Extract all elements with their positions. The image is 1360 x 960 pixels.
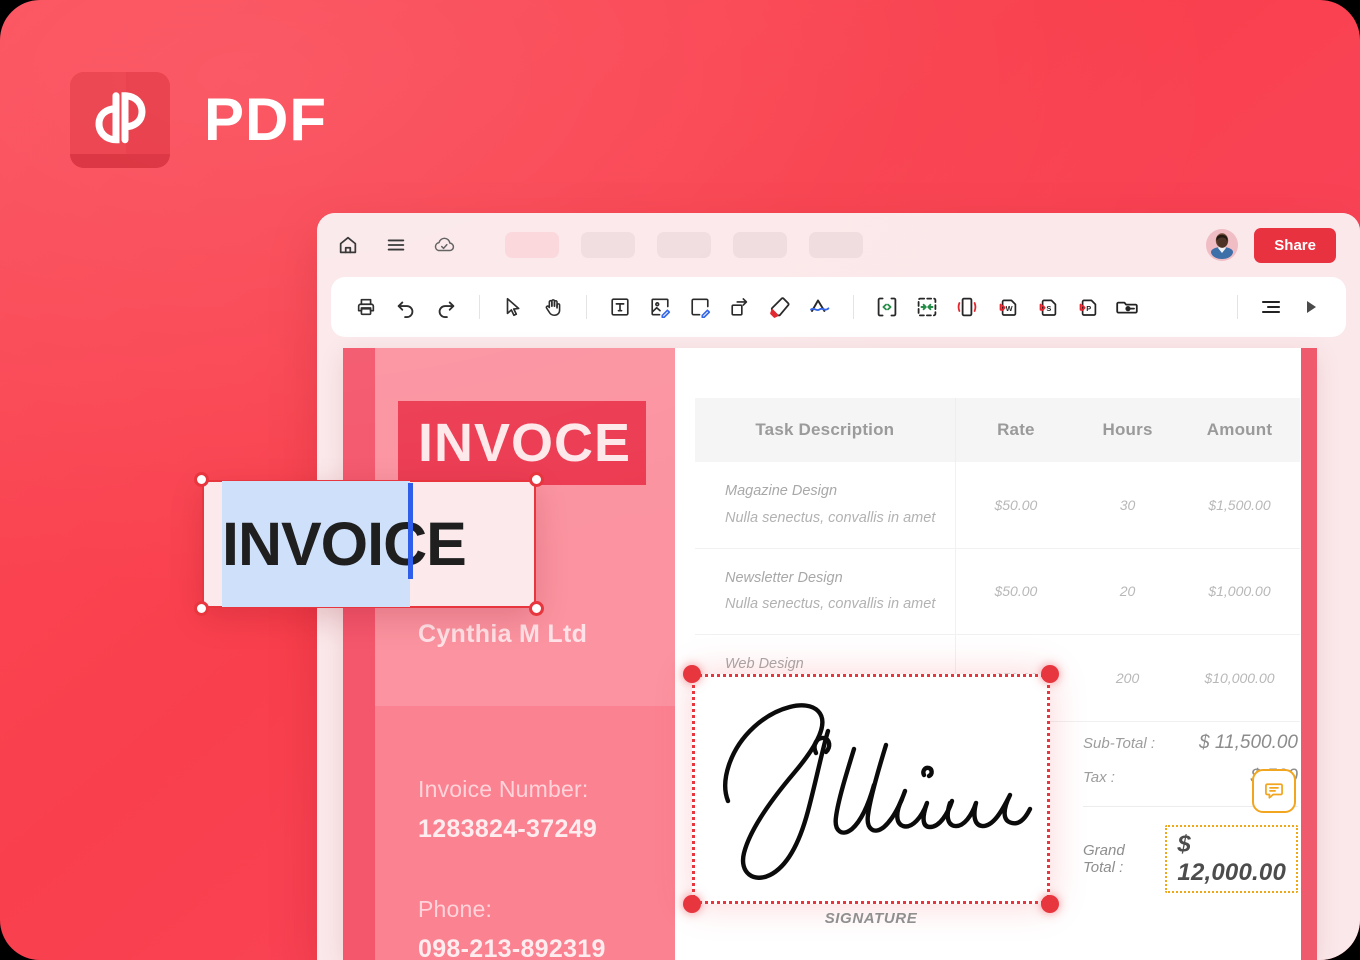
comment-bubble-icon[interactable] [1252,769,1296,813]
signature-caption: SIGNATURE [824,910,918,927]
sub-total-row: Sub-Total : $ 11,500.00 [1083,732,1298,754]
editor-toolbar: W S P [331,277,1346,337]
select-cursor-icon[interactable] [494,288,532,326]
text-handle-top-right[interactable] [529,472,544,487]
grand-total-highlight-box[interactable]: $ 12,000.00 [1165,825,1298,893]
row-task-title: Newsletter Design [725,569,843,586]
align-icon[interactable] [1252,288,1290,326]
toolbar-divider [586,295,587,319]
cloud-check-icon[interactable] [431,232,457,258]
undo-icon[interactable] [387,288,425,326]
row-amount: $1,000.00 [1178,548,1300,636]
split-pages-icon[interactable] [868,288,906,326]
invoice-accent-stripe [343,348,375,960]
signature-icon[interactable] [801,288,839,326]
header-tab-3[interactable] [657,232,711,258]
svg-text:W: W [1006,304,1013,313]
home-icon[interactable] [335,232,361,258]
header-tab-5[interactable] [809,232,863,258]
convert-to-word-icon[interactable]: W [988,288,1026,326]
header-tab-4[interactable] [733,232,787,258]
user-avatar[interactable] [1206,229,1239,261]
more-tools-icon[interactable] [1292,288,1330,326]
invoice-number-field: Invoice Number: 1283824-37249 [418,776,597,844]
column-header-task-description: Task Description [695,398,956,462]
text-edit-input[interactable]: INVOICE [222,509,467,579]
row-rate: $50.00 [955,548,1077,636]
row-hours: 200 [1076,634,1179,722]
row-task-subtitle: Nulla senectus, convallis in amet [725,509,936,526]
convert-to-excel-icon[interactable]: S [1028,288,1066,326]
row-hours: 30 [1076,462,1179,549]
eraser-icon[interactable] [761,288,799,326]
signature-box[interactable] [692,674,1050,904]
toolbar-divider [479,295,480,319]
app-header: Share [317,213,1360,277]
text-edit-box[interactable]: INVOICE [202,480,536,608]
invoice-number-label: Invoice Number: [418,776,589,802]
brand-lockup: PDF [70,72,327,168]
organize-pages-icon[interactable] [1108,288,1146,326]
pdf-logo-icon [70,72,170,168]
text-handle-bottom-right[interactable] [529,601,544,616]
edit-image-icon[interactable] [641,288,679,326]
grand-total-label: Grand Total : [1083,842,1125,876]
text-handle-top-left[interactable] [194,472,209,487]
tax-label: Tax : [1083,769,1115,786]
compress-icon[interactable] [908,288,946,326]
header-tab-1[interactable] [505,232,559,258]
edit-page-icon[interactable] [681,288,719,326]
menu-icon[interactable] [383,232,409,258]
signature-handle-top-left[interactable] [683,665,701,683]
invoice-phone-label: Phone: [418,896,493,922]
toolbar-divider [1237,295,1238,319]
text-edit-overlay[interactable]: INVOICE [194,472,544,616]
text-caret [408,483,413,579]
row-amount: $10,000.00 [1178,634,1300,722]
rotate-page-icon[interactable] [948,288,986,326]
signature-selection[interactable]: SIGNATURE [683,665,1059,927]
share-button[interactable]: Share [1254,227,1336,263]
column-header-hours: Hours [1076,398,1179,462]
invoice-left-panel: INVOCE Cynthia M Ltd Invoice Number: 128… [343,348,675,960]
column-header-amount: Amount [1178,398,1300,462]
signature-ink [705,687,1037,891]
invoice-phone-field: Phone: 098-213-892319 [418,896,606,960]
invoice-company-name: Cynthia M Ltd [418,620,588,648]
svg-text:P: P [1086,304,1091,313]
row-task-title: Magazine Design [725,483,838,499]
print-icon[interactable] [347,288,385,326]
table-header-row: Task Description Rate Hours Amount [695,398,1300,462]
row-task-subtitle: Nulla senectus, convallis in amet [725,596,936,613]
row-rate: $50.00 [955,462,1077,549]
toolbar-divider [853,295,854,319]
text-handle-bottom-left[interactable] [194,601,209,616]
column-header-rate: Rate [955,398,1077,462]
add-text-box-icon[interactable] [601,288,639,326]
brand-title: PDF [204,86,327,153]
invoice-title: INVOCE [418,413,632,473]
header-tab-2[interactable] [581,232,635,258]
svg-text:S: S [1046,304,1051,313]
app-backdrop: PDF Share W S P INVOCE Cynthia M Ltd Inv… [0,0,1360,960]
header-tabs [505,232,863,258]
table-row: Newsletter Design Nulla senectus, conval… [695,548,1300,636]
sub-total-label: Sub-Total : [1083,735,1155,752]
hand-pan-icon[interactable] [534,288,572,326]
invoice-phone-value: 098-213-892319 [418,935,606,960]
invoice-title-block: INVOCE [398,401,646,485]
convert-to-powerpoint-icon[interactable]: P [1068,288,1106,326]
page-right-accent-stripe [1301,348,1317,960]
table-row: Magazine Design Nulla senectus, convalli… [695,462,1300,549]
grand-total-row: Grand Total : $ 12,000.00 [1083,825,1298,893]
grand-total-value: $ 12,000.00 [1177,831,1286,886]
sub-total-value: $ 11,500.00 [1199,732,1298,753]
redo-icon[interactable] [427,288,465,326]
row-hours: 20 [1076,548,1179,636]
invoice-number-value: 1283824-37249 [418,815,598,843]
row-amount: $1,500.00 [1178,462,1300,549]
link-icon[interactable] [721,288,759,326]
signature-handle-top-right[interactable] [1041,665,1059,683]
